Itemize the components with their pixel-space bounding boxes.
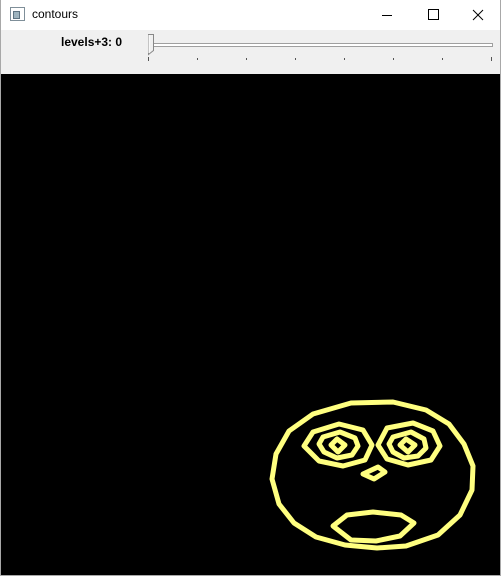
trackbar-slider (148, 34, 493, 61)
face-contour (269, 399, 476, 551)
maximize-button[interactable] (410, 0, 456, 30)
trackbar-ticks (148, 57, 492, 61)
levels-trackbar[interactable] (141, 30, 496, 74)
right-eye-inner-contour (397, 436, 418, 455)
mouth-contour (330, 509, 417, 544)
minimize-icon (382, 15, 392, 16)
left-eye-inner-contour (328, 436, 348, 455)
maximize-icon (428, 9, 439, 20)
trackbar-panel: levels+3: 0 (1, 30, 500, 74)
window-title: contours (32, 7, 79, 21)
close-icon (472, 9, 484, 21)
title-bar[interactable]: contours (1, 0, 500, 30)
minimize-button[interactable] (364, 0, 410, 30)
trackbar-label: levels+3: 0 (61, 35, 123, 49)
nose-contour (360, 464, 388, 482)
contour-image (1, 74, 500, 575)
close-button[interactable] (456, 0, 500, 30)
contours-window: contours levels+3: 0 (0, 0, 501, 576)
app-window-icon (10, 7, 25, 21)
trackbar-thumb (148, 34, 154, 56)
contour-drawing (269, 399, 476, 551)
